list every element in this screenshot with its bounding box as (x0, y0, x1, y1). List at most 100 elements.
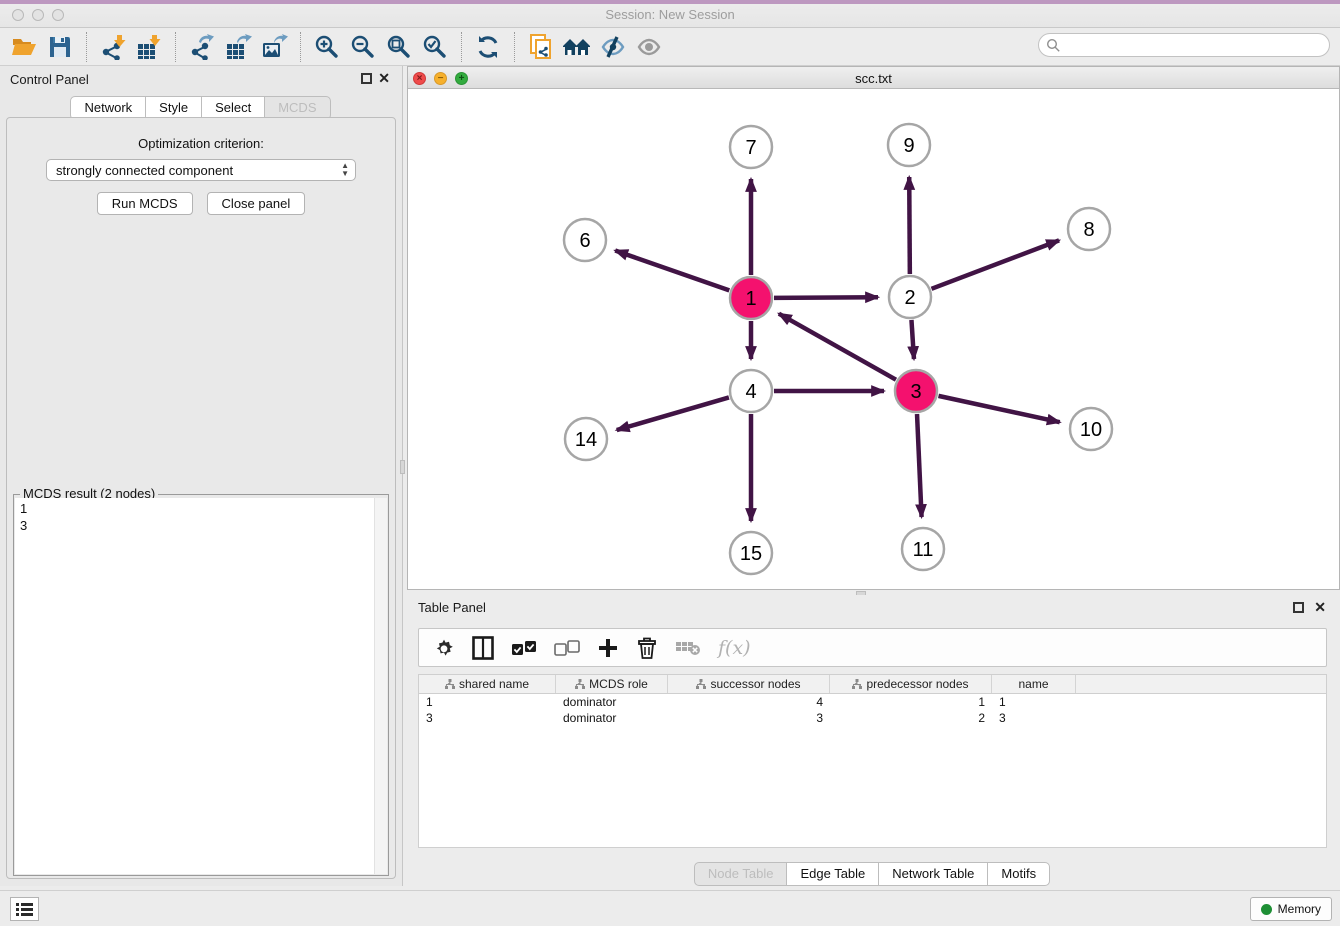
zoom-selected-icon[interactable] (417, 32, 453, 62)
column-header-mcds-role[interactable]: MCDS role (556, 675, 668, 693)
search-input[interactable] (1061, 36, 1329, 54)
vertical-split-handle[interactable] (400, 460, 405, 474)
column-header-successor-nodes[interactable]: successor nodes (668, 675, 830, 693)
node-label: 10 (1080, 419, 1102, 441)
import-network-icon[interactable] (95, 32, 131, 62)
node-label: 7 (745, 137, 756, 159)
graph-node-15[interactable]: 15 (730, 532, 772, 574)
search-box[interactable] (1038, 33, 1330, 57)
zoom-in-icon[interactable] (309, 32, 345, 62)
edge-4-14[interactable] (617, 397, 729, 430)
export-table-icon[interactable] (220, 32, 256, 62)
duplicate-network-icon[interactable] (523, 32, 559, 62)
edge-3-1[interactable] (779, 314, 896, 380)
toolbar-separator (461, 32, 462, 62)
table-row-1[interactable]: 1dominator411 (419, 694, 1326, 710)
graph-node-1[interactable]: 1 (730, 277, 772, 319)
graph-node-2[interactable]: 2 (889, 276, 931, 318)
show-columns-icon[interactable] (472, 635, 494, 661)
edge-2-8[interactable] (932, 240, 1060, 288)
column-header-predecessor-nodes[interactable]: predecessor nodes (830, 675, 992, 693)
edge-1-6[interactable] (615, 251, 729, 291)
network-graph: 1 2 3 4 6 7 8 9 10 11 14 15 (408, 89, 1339, 589)
result-scrollbar[interactable] (374, 498, 387, 874)
edge-2-3[interactable] (911, 320, 913, 359)
graph-node-3[interactable]: 3 (895, 370, 937, 412)
graph-node-6[interactable]: 6 (564, 219, 606, 261)
tab-node-table[interactable]: Node Table (694, 862, 788, 886)
refresh-view-icon[interactable] (470, 32, 506, 62)
cell-shared-name[interactable]: 3 (419, 711, 556, 725)
run-mcds-button[interactable]: Run MCDS (97, 192, 193, 215)
cell-predecessor-nodes[interactable]: 2 (830, 711, 992, 725)
cell-name[interactable]: 3 (992, 711, 1076, 725)
memory-button[interactable]: Memory (1250, 897, 1332, 921)
graph-node-7[interactable]: 7 (730, 126, 772, 168)
task-history-button[interactable] (10, 897, 39, 921)
hide-visibility-icon[interactable] (595, 32, 631, 62)
delete-column-icon[interactable] (636, 635, 658, 661)
close-panel-button[interactable]: Close panel (207, 192, 306, 215)
graph-node-8[interactable]: 8 (1068, 208, 1110, 250)
import-table-icon[interactable] (131, 32, 167, 62)
add-column-icon[interactable] (597, 635, 619, 661)
export-image-icon[interactable] (256, 32, 292, 62)
graph-node-10[interactable]: 10 (1070, 408, 1112, 450)
graph-node-4[interactable]: 4 (730, 370, 772, 412)
column-label: shared name (459, 677, 529, 691)
column-header-shared-name[interactable]: shared name (419, 675, 556, 693)
memory-label: Memory (1278, 902, 1321, 916)
tab-network-table[interactable]: Network Table (878, 862, 988, 886)
node-label: 14 (575, 429, 597, 451)
optimization-criterion-label: Optimization criterion: (7, 136, 395, 151)
memory-status-icon (1261, 904, 1272, 915)
edge-2-9[interactable] (909, 177, 910, 274)
cell-successor-nodes[interactable]: 4 (668, 695, 830, 709)
node-label: 4 (745, 381, 756, 403)
window-title: Session: New Session (0, 7, 1340, 22)
save-session-icon[interactable] (42, 32, 78, 62)
tab-motifs[interactable]: Motifs (987, 862, 1050, 886)
fit-content-icon[interactable] (381, 32, 417, 62)
optimization-criterion-dropdown[interactable]: strongly connected component ▲▼ (46, 159, 356, 181)
deselect-all-rows-icon[interactable] (554, 635, 580, 661)
cell-shared-name[interactable]: 1 (419, 695, 556, 709)
table-header-row: shared name MCDS rolesuccessor nodes prede… (419, 675, 1326, 694)
cell-successor-nodes[interactable]: 3 (668, 711, 830, 725)
window-titlebar: Session: New Session (0, 0, 1340, 28)
node-label: 15 (740, 543, 762, 565)
column-header-name[interactable]: name (992, 675, 1076, 693)
export-network-icon[interactable] (184, 32, 220, 62)
edge-1-2[interactable] (774, 297, 878, 298)
table-options-icon[interactable] (433, 635, 455, 661)
cell-name[interactable]: 1 (992, 695, 1076, 709)
edge-3-11[interactable] (917, 414, 922, 517)
mcds-result-text: 1 3 (15, 498, 374, 874)
zoom-out-icon[interactable] (345, 32, 381, 62)
graph-node-14[interactable]: 14 (565, 418, 607, 460)
home-icon[interactable] (559, 32, 595, 62)
cell-mcds-role[interactable]: dominator (556, 695, 668, 709)
column-label: predecessor nodes (866, 677, 968, 691)
network-canvas[interactable]: 1 2 3 4 6 7 8 9 10 11 14 15 (408, 89, 1339, 589)
open-session-icon[interactable] (6, 32, 42, 62)
float-panel-icon[interactable] (361, 73, 372, 84)
select-all-rows-icon[interactable] (511, 635, 537, 661)
graph-node-9[interactable]: 9 (888, 124, 930, 166)
network-window-titlebar[interactable]: × − + scc.txt (408, 67, 1339, 89)
table-row-2[interactable]: 3dominator323 (419, 710, 1326, 726)
table-float-panel-icon[interactable] (1293, 602, 1304, 613)
edge-3-10[interactable] (938, 396, 1059, 422)
node-label: 6 (579, 230, 590, 252)
node-label: 8 (1083, 219, 1094, 241)
table-close-panel-icon[interactable]: ✕ (1314, 599, 1326, 616)
tab-edge-table[interactable]: Edge Table (786, 862, 879, 886)
cell-mcds-role[interactable]: dominator (556, 711, 668, 725)
cell-predecessor-nodes[interactable]: 1 (830, 695, 992, 709)
eye-icon (631, 32, 667, 62)
graph-node-11[interactable]: 11 (902, 528, 944, 570)
close-panel-icon[interactable]: ✕ (378, 70, 390, 87)
titlebar-accent (0, 0, 1340, 4)
table-tabs: Node TableEdge TableNetwork TableMotifs (405, 862, 1340, 886)
function-builder-icon: f(x) (718, 635, 751, 661)
